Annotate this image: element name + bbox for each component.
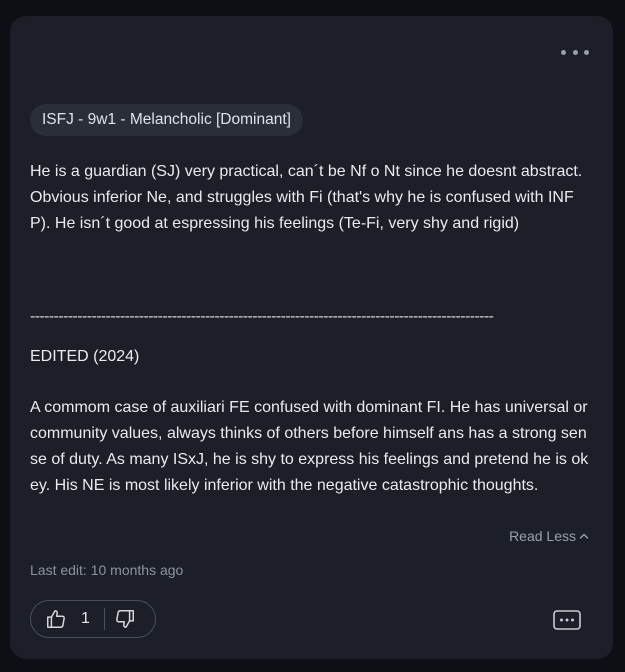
vote-group: 1 <box>30 600 156 638</box>
thumbs-up-icon <box>47 610 65 628</box>
thumbs-down-icon <box>115 610 134 628</box>
comment-icon <box>553 610 581 630</box>
read-less-button[interactable]: Read Less <box>509 528 589 544</box>
more-icon-dot <box>561 49 566 55</box>
more-options-button[interactable] <box>561 46 589 58</box>
divider-line: ----------------------------------------… <box>30 308 494 325</box>
more-icon-dot <box>584 49 589 55</box>
comment-paragraph-2: A commom case of auxiliari FE confused w… <box>30 399 593 494</box>
upvote-count: 1 <box>81 610 90 627</box>
upvote-button[interactable]: 1 <box>31 601 90 637</box>
comment-card: ISFJ - 9w1 - Melancholic [Dominant] He i… <box>10 16 613 659</box>
personality-tag[interactable]: ISFJ - 9w1 - Melancholic [Dominant] <box>30 104 303 136</box>
last-edit-timestamp: Last edit: 10 months ago <box>30 562 184 578</box>
comment-paragraph-1: He is a guardian (SJ) very practical, ca… <box>30 163 587 232</box>
downvote-button[interactable] <box>105 601 136 637</box>
read-less-label: Read Less <box>509 528 576 544</box>
edited-label: EDITED (2024) <box>30 348 140 365</box>
chevron-up-icon <box>579 533 589 539</box>
reply-button[interactable] <box>553 610 581 632</box>
more-icon-dot <box>572 49 578 55</box>
